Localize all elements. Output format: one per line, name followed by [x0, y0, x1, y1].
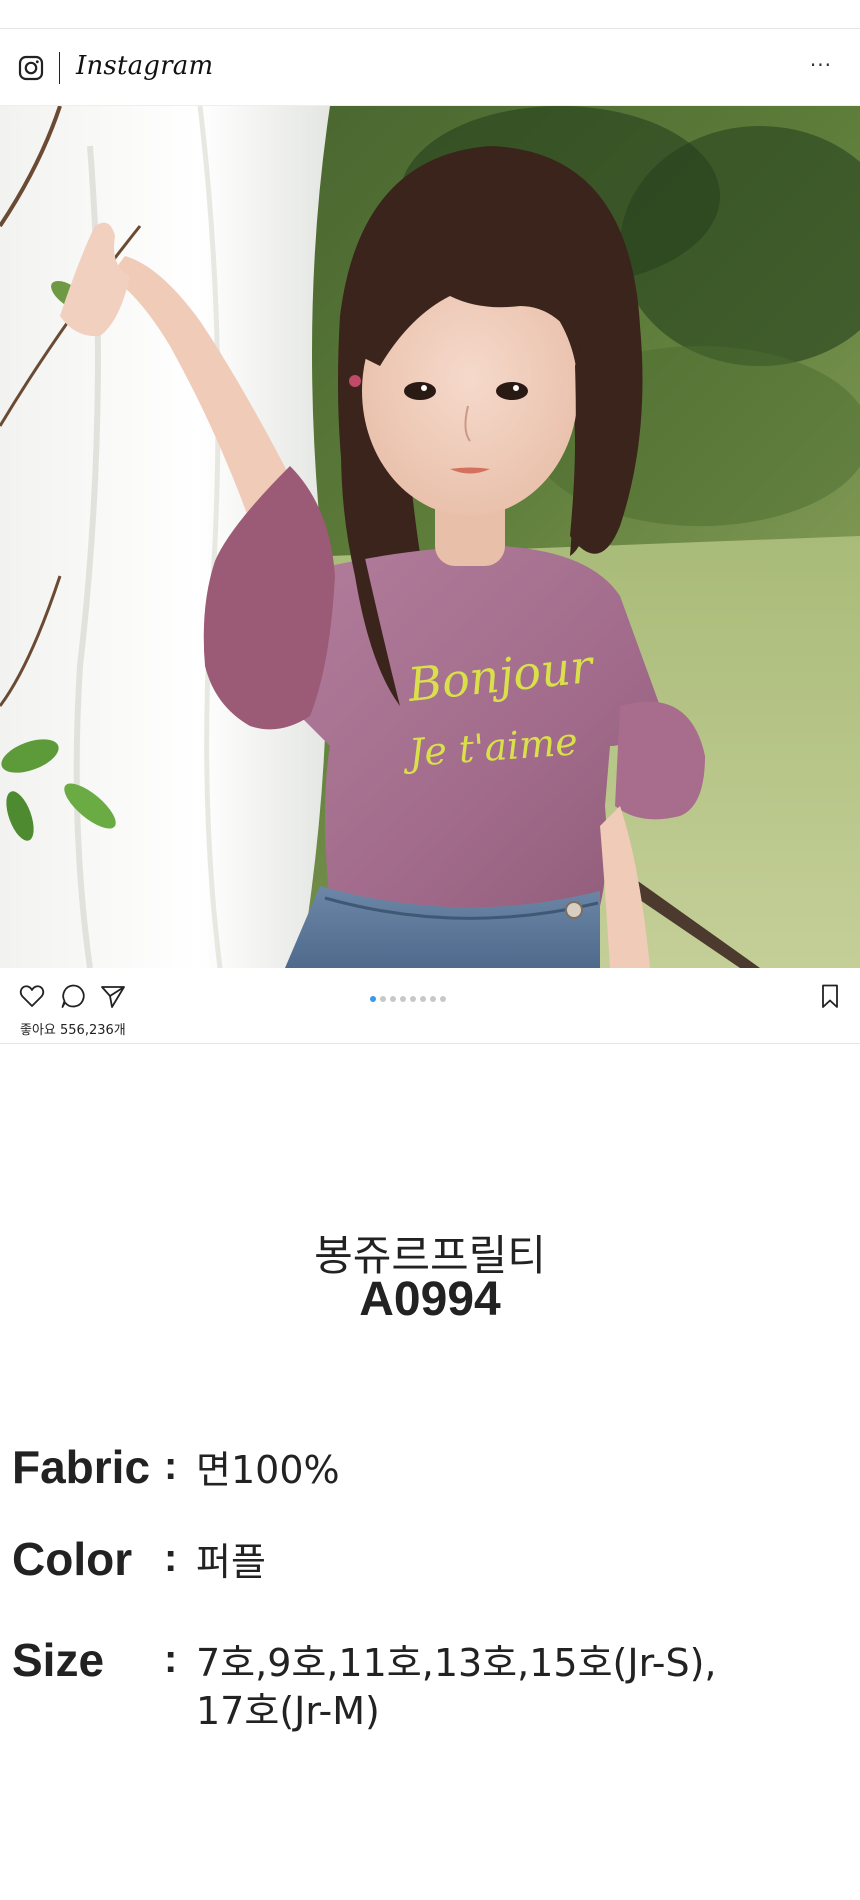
carousel-dot	[430, 996, 436, 1002]
spec-value-size-line1: 7호,9호,11호,13호,15호(Jr-S),	[196, 1641, 717, 1685]
spec-label-fabric: Fabric	[12, 1441, 151, 1493]
spec-value-fabric: 면100%	[196, 1448, 340, 1492]
spec-label-size: Size	[12, 1634, 105, 1686]
heart-icon[interactable]	[18, 982, 46, 1010]
bookmark-icon[interactable]	[816, 982, 844, 1010]
share-icon[interactable]	[99, 982, 127, 1010]
comment-icon[interactable]	[59, 982, 87, 1010]
header-divider	[59, 52, 60, 84]
product-code: A0994	[359, 1273, 501, 1326]
carousel-dot	[440, 996, 446, 1002]
spec-colon-fabric: :	[164, 1444, 178, 1488]
carousel-dot	[390, 996, 396, 1002]
spec-value-color: 퍼플	[196, 1540, 266, 1584]
instagram-wordmark: Instagram	[76, 51, 214, 81]
spec-colon-color: :	[164, 1536, 178, 1580]
carousel-dot	[410, 996, 416, 1002]
carousel-dot	[370, 996, 376, 1002]
instagram-logo-icon	[18, 55, 44, 81]
spec-value-size: 7호,9호,11호,13호,15호(Jr-S), 17호(Jr-M)	[196, 1639, 816, 1735]
carousel-dot	[400, 996, 406, 1002]
instagram-post-card: Instagram ··· Bonjour Je t'aime 좋아요 556,…	[0, 28, 860, 1044]
more-options-icon[interactable]: ···	[810, 53, 832, 77]
product-photo: Bonjour Je t'aime	[0, 106, 860, 968]
spec-value-size-line2: 17호(Jr-M)	[196, 1689, 380, 1733]
spec-label-color: Color	[12, 1533, 133, 1585]
carousel-dot	[380, 996, 386, 1002]
likes-count: 좋아요 556,236개	[20, 1023, 126, 1038]
carousel-indicator	[370, 996, 446, 1002]
spec-colon-size: :	[164, 1637, 178, 1681]
post-header: Instagram ···	[0, 29, 860, 106]
post-actions-bar: 좋아요 556,236개	[0, 968, 860, 1043]
carousel-dot	[420, 996, 426, 1002]
